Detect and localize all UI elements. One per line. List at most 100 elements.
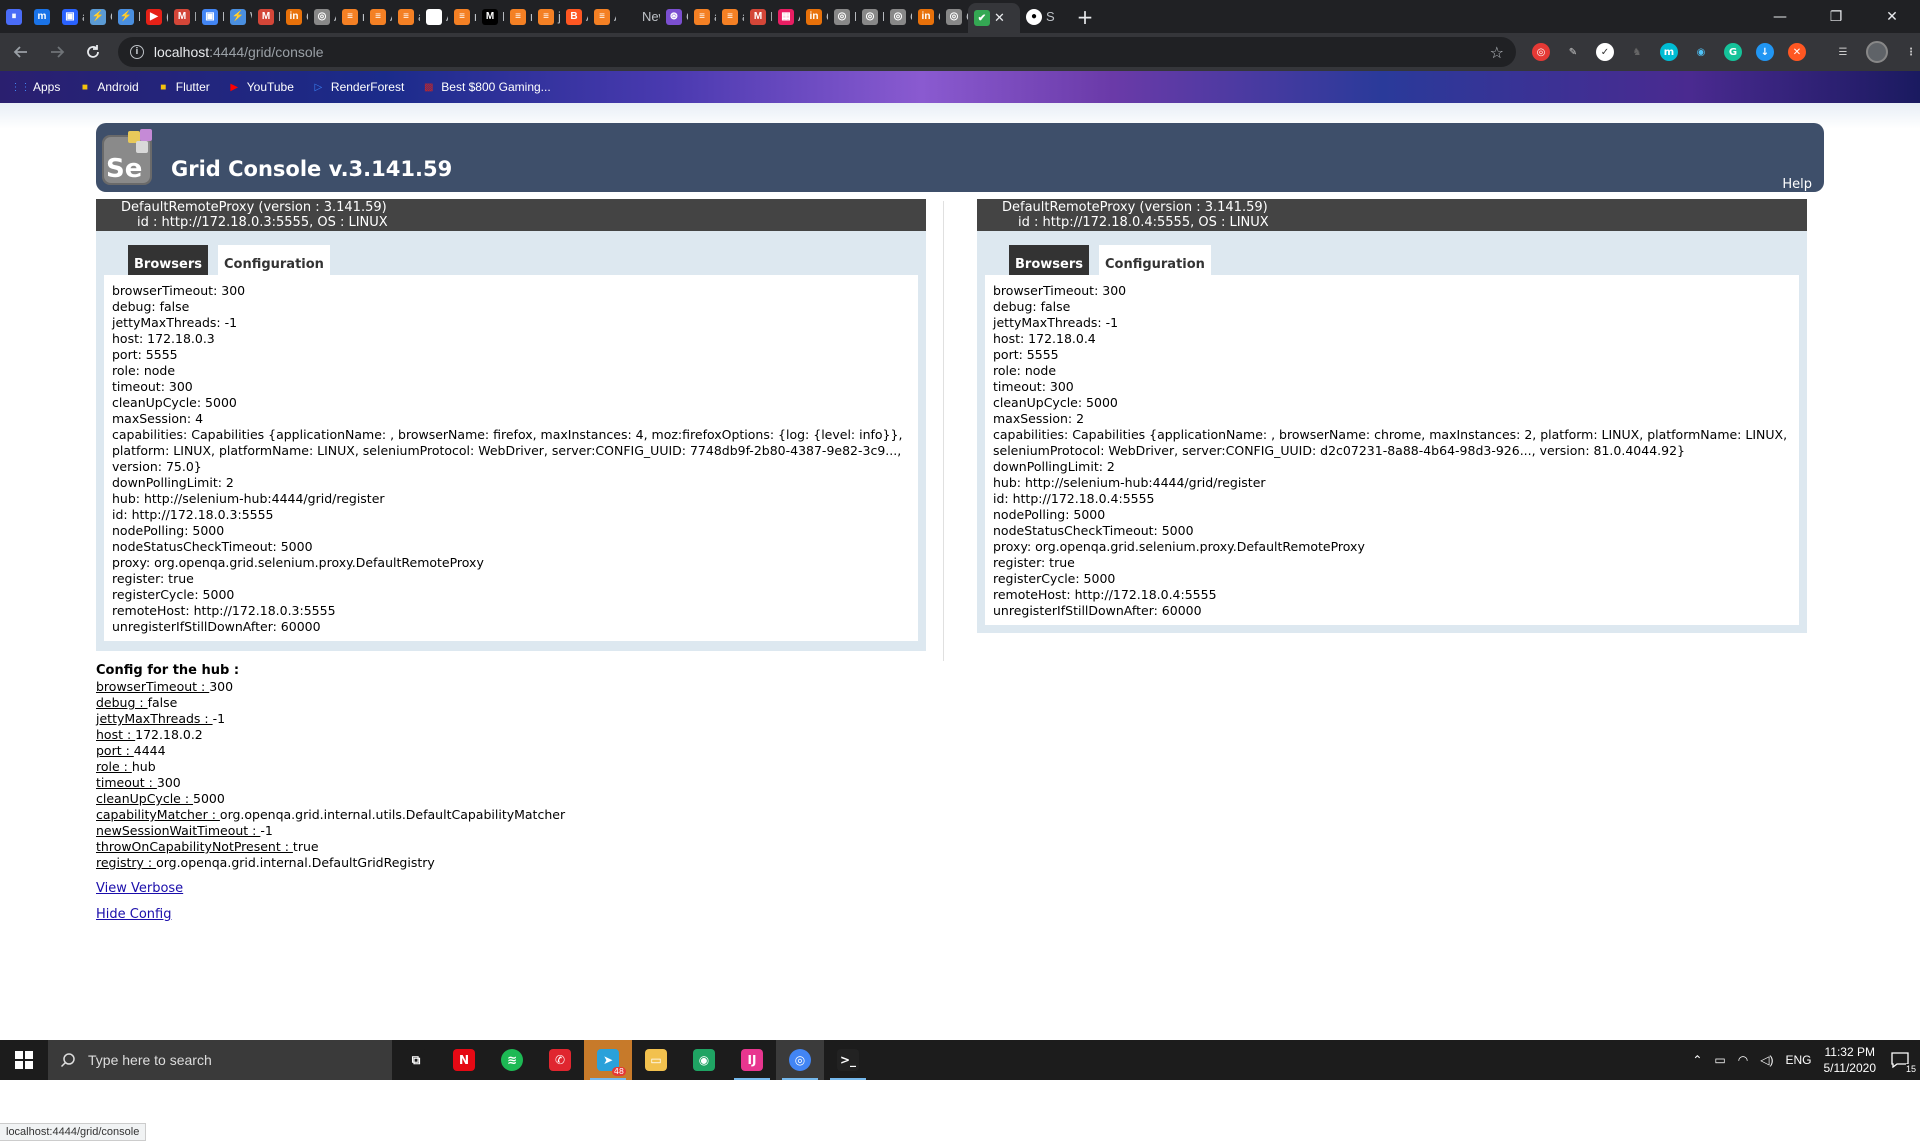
- bookmark-star-icon[interactable]: ☆: [1490, 43, 1504, 62]
- browser-tab[interactable]: ⏸: [0, 0, 28, 33]
- browser-tab[interactable]: ▶(2: [140, 0, 168, 33]
- clock-time: 11:32 PM: [1824, 1045, 1875, 1059]
- config-line: host: 172.18.0.4: [993, 331, 1096, 346]
- extension-eye-icon[interactable]: ◉: [1692, 43, 1710, 61]
- config-line: id: http://172.18.0.4:5555: [993, 491, 1155, 506]
- bookmark-item[interactable]: ▶ YouTube: [228, 80, 294, 94]
- browser-tab[interactable]: ◎C: [940, 0, 968, 33]
- browser-tab[interactable]: inC: [800, 0, 828, 33]
- extension-pen-icon[interactable]: ✎: [1564, 43, 1582, 61]
- bookmark-item[interactable]: ▷ RenderForest: [312, 80, 405, 94]
- volume-icon[interactable]: ◁): [1760, 1053, 1773, 1067]
- back-button[interactable]: [6, 37, 36, 67]
- menu-kebab-icon[interactable]: ⋮: [1902, 43, 1920, 61]
- language-indicator[interactable]: ENG: [1785, 1053, 1811, 1067]
- browser-tab[interactable]: ≡A: [588, 0, 616, 33]
- browser-tab[interactable]: ≡n: [448, 0, 476, 33]
- close-tab-icon[interactable]: ✕: [994, 10, 1005, 26]
- taskbar-app-task-view[interactable]: ⧉: [392, 1040, 440, 1080]
- browser-tab[interactable]: ▣D: [196, 0, 224, 33]
- browser-tab-active[interactable]: ✔ ✕: [968, 3, 1020, 33]
- browser-tab[interactable]: ◎H: [828, 0, 856, 33]
- close-window-button[interactable]: ✕: [1864, 0, 1920, 33]
- taskbar-app-terminal[interactable]: >_: [824, 1040, 872, 1080]
- arrow-left-icon: [13, 46, 27, 58]
- browser-tab[interactable]: ⊛C: [660, 0, 688, 33]
- restore-button[interactable]: ❐: [1808, 0, 1864, 33]
- browser-tab[interactable]: ▣ar: [56, 0, 84, 33]
- reload-button[interactable]: [78, 37, 108, 67]
- tab-browsers[interactable]: Browsers: [1009, 245, 1089, 275]
- telegram-badge: 48: [611, 1067, 626, 1076]
- browser-tab[interactable]: New: [616, 0, 660, 33]
- browser-tab[interactable]: ▦A: [772, 0, 800, 33]
- bookmark-label: YouTube: [246, 80, 294, 94]
- browser-tab[interactable]: ◎A: [308, 0, 336, 33]
- browser-tab[interactable]: m: [28, 0, 56, 33]
- browser-tab[interactable]: MIr: [744, 0, 772, 33]
- browser-tab[interactable]: MIr: [252, 0, 280, 33]
- tab-configuration[interactable]: Configuration: [217, 245, 330, 275]
- help-link[interactable]: Help: [1782, 177, 1812, 192]
- taskbar-app-telegram[interactable]: ➤ 48: [584, 1040, 632, 1080]
- extension-target-icon[interactable]: ◎: [1531, 43, 1550, 61]
- extension-check-icon[interactable]: ✓: [1595, 43, 1614, 61]
- taskbar-app-file-explorer[interactable]: ▭: [632, 1040, 680, 1080]
- url-text[interactable]: localhost:4444/grid/console: [154, 44, 324, 60]
- wifi-icon[interactable]: ◠: [1738, 1053, 1748, 1067]
- taskbar-app-netflix[interactable]: N: [440, 1040, 488, 1080]
- browser-tab[interactable]: MIr: [168, 0, 196, 33]
- tab-configuration[interactable]: Configuration: [1098, 245, 1211, 275]
- extension-cat-icon[interactable]: ♞: [1628, 43, 1646, 61]
- hub-config-value: -1: [260, 823, 273, 838]
- extension-m-icon[interactable]: m: [1659, 43, 1678, 61]
- chevron-up-icon[interactable]: ⌃: [1692, 1053, 1702, 1067]
- hide-config-link[interactable]: Hide Config: [96, 907, 565, 923]
- browser-tab[interactable]: ◎L: [856, 0, 884, 33]
- new-tab-button[interactable]: +: [1070, 5, 1100, 29]
- extension-download-icon[interactable]: ↓: [1755, 43, 1774, 61]
- browser-tab[interactable]: ◎C: [884, 0, 912, 33]
- browser-tab[interactable]: ≡je: [532, 0, 560, 33]
- browser-tab[interactable]: ≡m: [336, 0, 364, 33]
- taskbar-app-maps[interactable]: ◉: [680, 1040, 728, 1080]
- extension-grammarly-icon[interactable]: G: [1723, 43, 1742, 61]
- bookmark-item[interactable]: ■ Android: [78, 80, 139, 94]
- browser-tab[interactable]: ● S: [1020, 0, 1060, 33]
- battery-icon[interactable]: ▭: [1714, 1053, 1725, 1067]
- bookmark-item[interactable]: ⋮⋮ Apps: [11, 80, 61, 94]
- taskbar-app-chrome[interactable]: ◎: [776, 1040, 824, 1080]
- address-bar[interactable]: i localhost:4444/grid/console ☆: [117, 37, 1516, 67]
- taskbar-app-whatsapp[interactable]: ✆: [536, 1040, 584, 1080]
- browser-tab[interactable]: ≡a: [716, 0, 744, 33]
- notification-center-button[interactable]: 15: [1888, 1048, 1916, 1074]
- browser-tab[interactable]: ⚡Lı: [112, 0, 140, 33]
- browser-tab[interactable]: ⚡W: [224, 0, 252, 33]
- browser-tab[interactable]: ≡A: [364, 0, 392, 33]
- taskbar-app-spotify[interactable]: ≋: [488, 1040, 536, 1080]
- taskbar-search[interactable]: Type here to search: [48, 1040, 392, 1080]
- browser-tab[interactable]: BA: [560, 0, 588, 33]
- reading-list-icon[interactable]: ☰: [1834, 43, 1852, 61]
- browser-tab[interactable]: inC: [912, 0, 940, 33]
- tab-browsers[interactable]: Browsers: [128, 245, 208, 275]
- bookmark-item[interactable]: ■ Flutter: [157, 80, 210, 94]
- start-button[interactable]: [0, 1040, 48, 1080]
- browser-tab[interactable]: ⚡C: [84, 0, 112, 33]
- profile-avatar[interactable]: [1865, 41, 1888, 63]
- browser-tab[interactable]: ≡a: [688, 0, 716, 33]
- bookmark-item[interactable]: ▩ Best $800 Gaming...: [422, 80, 551, 94]
- clock[interactable]: 11:32 PM 5/11/2020: [1824, 1044, 1877, 1076]
- taskbar-app-intellij[interactable]: IJ: [728, 1040, 776, 1080]
- minimize-button[interactable]: —: [1752, 0, 1808, 33]
- site-info-icon[interactable]: i: [129, 45, 144, 59]
- forward-button[interactable]: [42, 37, 72, 67]
- view-verbose-link[interactable]: View Verbose: [96, 881, 565, 897]
- extension-x-icon[interactable]: ✕: [1787, 43, 1806, 61]
- browser-tab[interactable]: ≡ar: [392, 0, 420, 33]
- browser-tab[interactable]: ⊗A: [420, 0, 448, 33]
- browser-tab[interactable]: ≡n: [504, 0, 532, 33]
- browser-tab[interactable]: ME: [476, 0, 504, 33]
- browser-tab[interactable]: inC: [280, 0, 308, 33]
- config-line: unregisterIfStillDownAfter: 60000: [112, 619, 321, 634]
